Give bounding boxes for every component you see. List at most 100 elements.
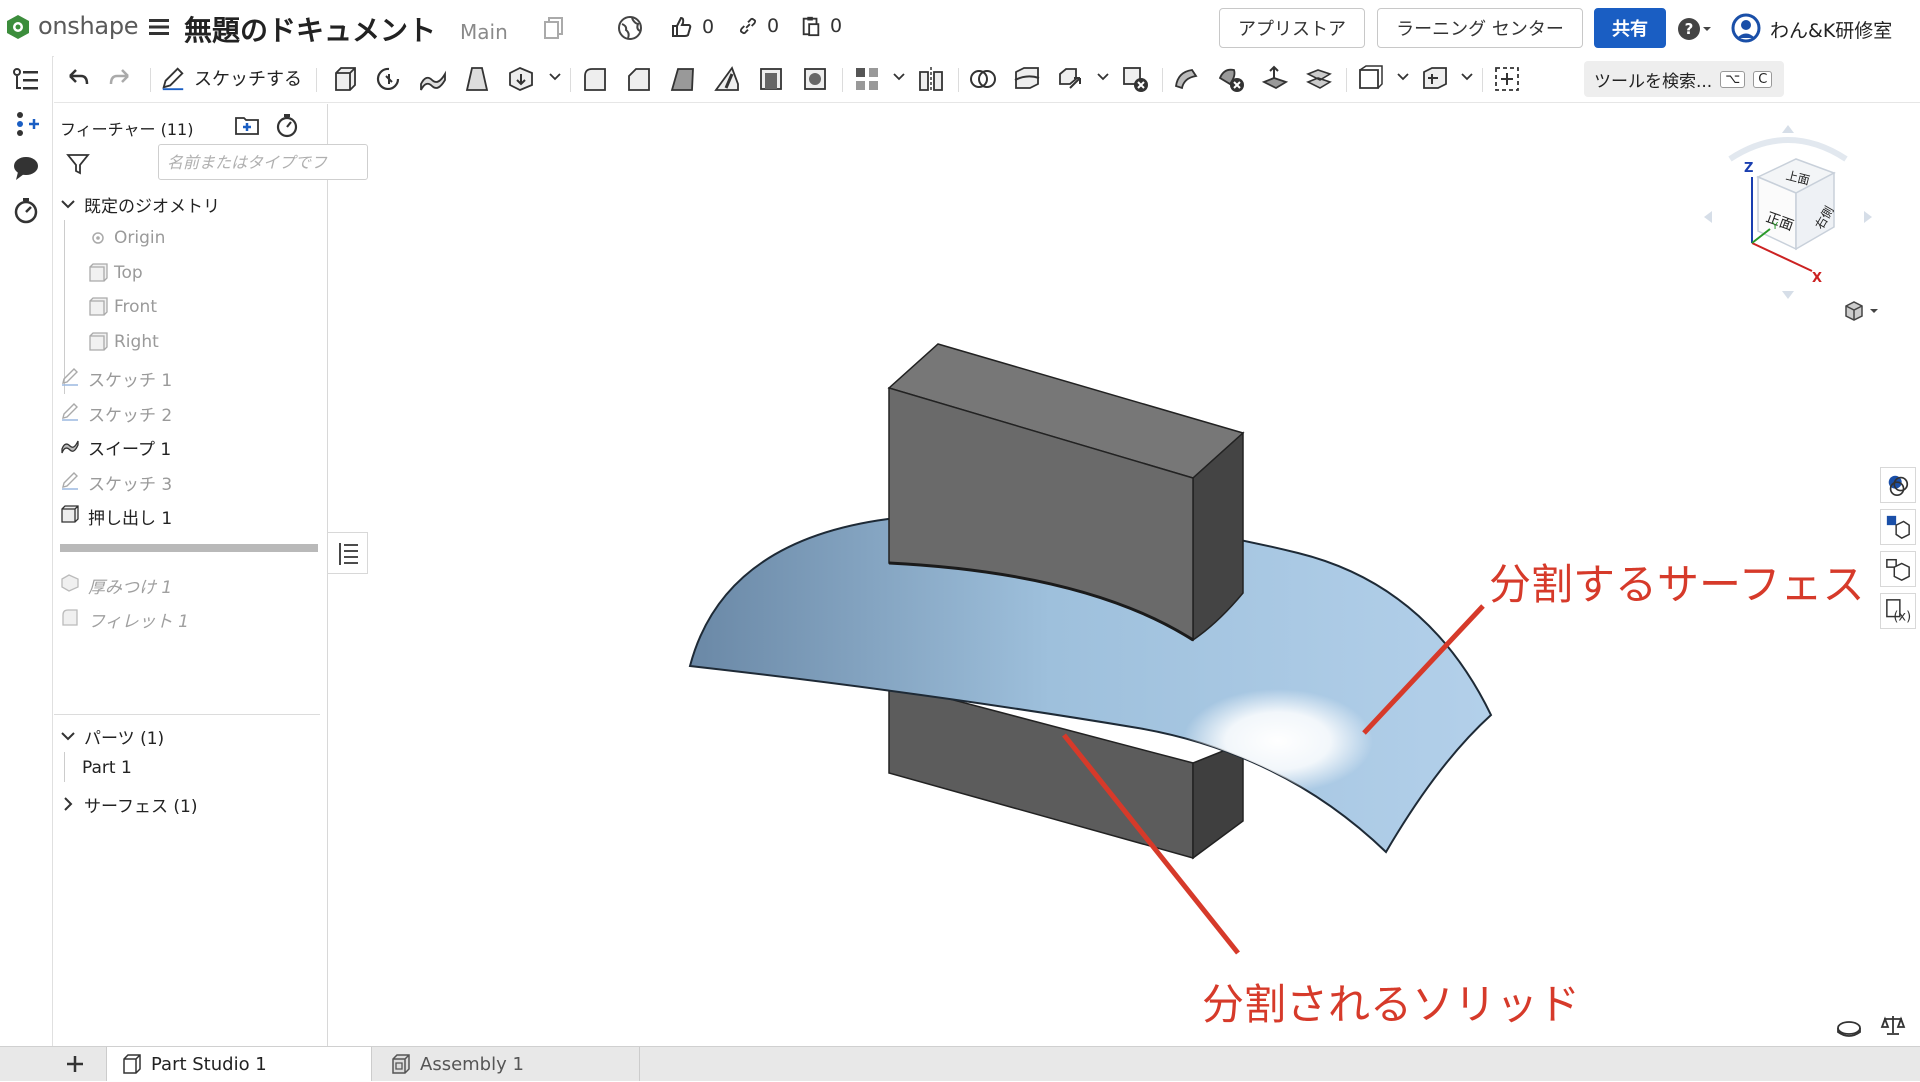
extrude-tool-icon[interactable] — [330, 64, 360, 94]
revolve-tool-icon[interactable] — [374, 64, 404, 94]
copy-document-icon[interactable] — [543, 16, 565, 40]
rollback-timer-icon[interactable] — [274, 112, 300, 138]
default-geometry-folder[interactable]: 既定のジオメトリ — [84, 192, 220, 217]
delete-part-icon[interactable] — [1120, 64, 1150, 94]
feature-item-fillet-1[interactable]: フィレット 1 — [88, 607, 189, 632]
pattern-tool-icon[interactable] — [852, 64, 882, 94]
tab-part-studio-1[interactable]: Part Studio 1 — [106, 1047, 372, 1081]
share-button[interactable]: 共有 — [1594, 8, 1666, 48]
tool-search-button[interactable]: ツールを検索... ⌥ C — [1584, 61, 1784, 97]
learning-center-button[interactable]: ラーニング センター — [1377, 8, 1583, 48]
chevron-down-icon[interactable] — [548, 70, 562, 84]
sweep-tool-icon[interactable] — [418, 64, 448, 94]
feature-item-sweep-1[interactable]: スイープ 1 — [88, 435, 171, 460]
help-menu[interactable]: ? — [1678, 17, 1712, 41]
view-cube[interactable]: 上面 正面 右側 Z X Y — [1700, 121, 1876, 307]
sketch-button[interactable]: スケッチする — [160, 65, 302, 91]
part-item[interactable]: Part 1 — [82, 758, 132, 778]
chevron-right-icon[interactable] — [60, 796, 76, 812]
plane-icon — [89, 297, 108, 316]
history-timer-icon[interactable] — [12, 196, 40, 224]
user-avatar-icon[interactable] — [1731, 13, 1761, 43]
filter-icon[interactable] — [66, 152, 90, 176]
custom-feature-icon[interactable] — [1492, 64, 1522, 94]
mirror-tool-icon[interactable] — [916, 64, 946, 94]
onshape-logo-icon[interactable] — [6, 14, 30, 40]
likes-counter[interactable]: 0 — [670, 15, 714, 39]
hole-tool-icon[interactable] — [800, 64, 830, 94]
replace-face-icon[interactable] — [1304, 64, 1334, 94]
rib-tool-icon[interactable] — [712, 64, 742, 94]
chevron-down-icon[interactable] — [1460, 70, 1474, 84]
user-name[interactable]: わん&K研修室 — [1770, 16, 1892, 43]
draft-tool-icon[interactable] — [668, 64, 698, 94]
surfaces-header[interactable]: サーフェス (1) — [84, 792, 197, 817]
fillet-tool-icon[interactable] — [580, 64, 610, 94]
move-face-icon[interactable] — [1260, 64, 1290, 94]
comments-icon[interactable] — [12, 154, 40, 182]
measure-tool-icon[interactable] — [1836, 1015, 1862, 1037]
rollback-bar[interactable] — [60, 544, 318, 552]
chevron-down-icon[interactable] — [1396, 70, 1410, 84]
plane-tool-icon[interactable] — [1356, 64, 1386, 94]
thicken-tool-icon[interactable] — [506, 64, 536, 94]
tab-label: Assembly 1 — [420, 1053, 524, 1075]
svg-text:?: ? — [1685, 20, 1694, 38]
pencil-icon — [162, 67, 184, 91]
transform-tool-icon[interactable] — [1056, 64, 1086, 94]
feature-item-front[interactable]: Front — [114, 297, 157, 317]
graphics-viewport[interactable]: 分割するサーフェス 分割されるソリッド 上面 正面 右側 Z X Y — [328, 103, 1920, 1045]
chevron-down-icon[interactable] — [60, 196, 76, 212]
link-icon — [739, 17, 757, 35]
feature-item-sketch-3[interactable]: スケッチ 3 — [88, 470, 172, 495]
loft-tool-icon[interactable] — [462, 64, 492, 94]
split-tool-icon[interactable] — [1012, 64, 1042, 94]
undo-icon[interactable] — [62, 64, 92, 94]
assembly-icon — [392, 1054, 410, 1074]
configurations-panel-button[interactable] — [1880, 551, 1916, 587]
hamburger-menu-icon[interactable] — [148, 16, 170, 38]
tab-assembly-1[interactable]: Assembly 1 — [376, 1047, 640, 1081]
feature-item-thicken-1[interactable]: 厚みつけ 1 — [88, 573, 172, 598]
sketch-label: スケッチする — [194, 69, 302, 90]
modify-fillet-icon[interactable] — [1172, 64, 1202, 94]
likes-count: 0 — [702, 16, 715, 38]
extrude-icon — [61, 505, 79, 523]
copies-counter[interactable]: 0 — [800, 15, 842, 37]
app-store-button[interactable]: アプリストア — [1219, 8, 1365, 48]
boolean-tool-icon[interactable] — [968, 64, 998, 94]
parts-header[interactable]: パーツ (1) — [84, 724, 164, 749]
redo-icon[interactable] — [106, 64, 136, 94]
sketch-pencil-icon — [62, 472, 78, 490]
variables-panel-button[interactable]: (x) — [1880, 593, 1916, 629]
app-logo-text[interactable]: onshape — [38, 12, 139, 40]
thicken-icon — [61, 574, 79, 592]
delete-face-icon[interactable] — [1216, 64, 1246, 94]
chevron-down-icon[interactable] — [60, 728, 76, 744]
feature-item-sketch-1[interactable]: スケッチ 1 — [88, 366, 172, 391]
insert-feature-icon[interactable] — [12, 110, 40, 138]
mate-connector-icon[interactable] — [1420, 64, 1450, 94]
add-folder-icon[interactable] — [234, 112, 260, 138]
chevron-down-icon[interactable] — [892, 70, 906, 84]
shell-tool-icon[interactable] — [756, 64, 786, 94]
appearance-panel-button[interactable] — [1880, 467, 1916, 503]
feature-item-right[interactable]: Right — [114, 332, 159, 352]
add-tab-button[interactable] — [60, 1051, 90, 1077]
feature-item-origin[interactable]: Origin — [114, 228, 165, 248]
feature-item-sketch-2[interactable]: スケッチ 2 — [88, 401, 172, 426]
chevron-down-icon[interactable] — [1096, 70, 1110, 84]
view-options-dropdown[interactable] — [1842, 299, 1882, 323]
plane-icon — [89, 263, 108, 282]
feature-item-extrude-1[interactable]: 押し出し 1 — [88, 504, 172, 529]
document-title[interactable]: 無題のドキュメント — [184, 9, 436, 49]
globe-icon[interactable] — [617, 15, 643, 41]
feature-list-icon[interactable] — [12, 66, 40, 94]
bom-panel-button[interactable] — [1880, 509, 1916, 545]
feature-item-top[interactable]: Top — [114, 263, 143, 283]
variables-icon: (x) — [1886, 599, 1911, 624]
mass-properties-icon[interactable] — [1880, 1013, 1906, 1037]
links-counter[interactable]: 0 — [737, 15, 779, 37]
chamfer-tool-icon[interactable] — [624, 64, 654, 94]
branch-label[interactable]: Main — [460, 20, 508, 44]
